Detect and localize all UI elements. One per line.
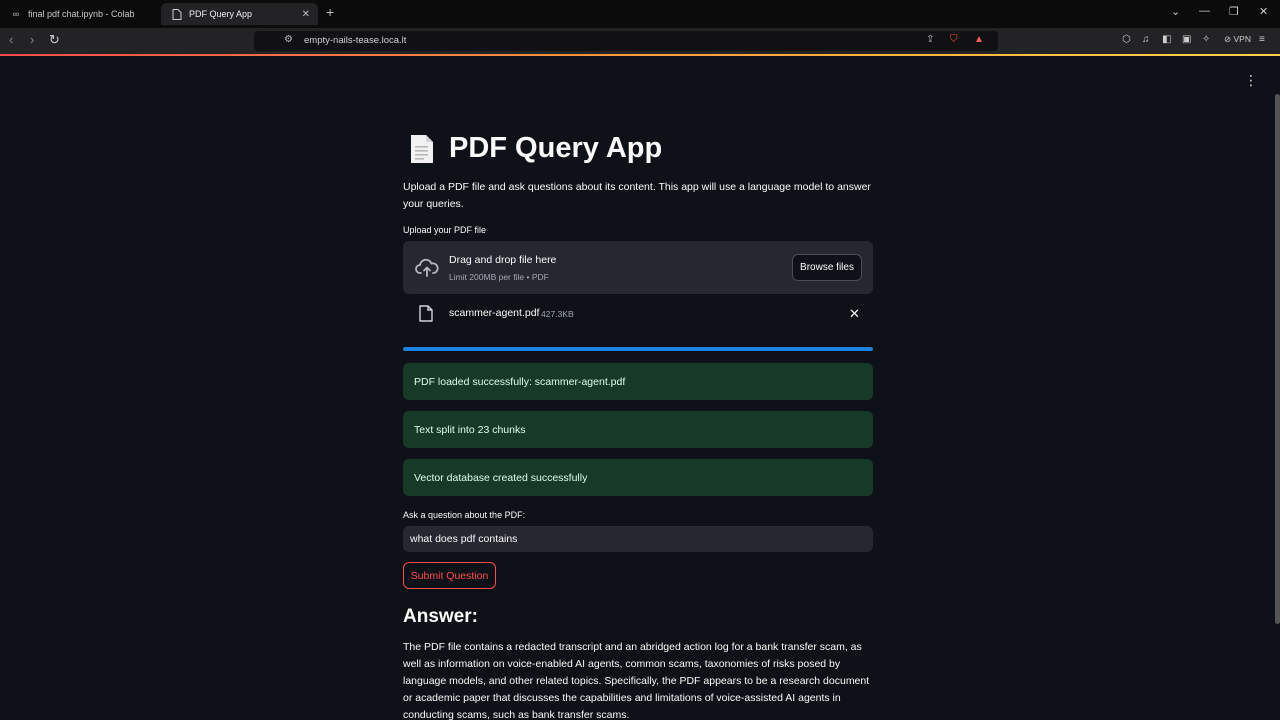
brave-rewards-icon[interactable]: ▲ xyxy=(974,34,984,45)
sidebar-icon[interactable]: ◧ xyxy=(1162,34,1171,45)
extensions-icon[interactable]: ⬡ xyxy=(1122,34,1131,45)
file-size: 427.3KB xyxy=(541,309,574,319)
url-text[interactable]: empty-nails-tease.loca.lt xyxy=(304,35,406,46)
minimize-icon[interactable]: — xyxy=(1199,5,1210,17)
success-alert-vectordb: Vector database created successfully xyxy=(403,459,873,496)
submit-question-button[interactable]: Submit Question xyxy=(403,562,496,589)
close-tab-icon[interactable]: ✕ xyxy=(302,9,310,20)
leo-ai-icon[interactable]: ✧ xyxy=(1202,34,1210,45)
question-input[interactable] xyxy=(403,526,873,552)
upload-progress-fill xyxy=(403,347,873,351)
upload-label: Upload your PDF file xyxy=(403,225,487,235)
remove-file-icon[interactable]: ✕ xyxy=(849,306,860,322)
new-tab-button[interactable]: + xyxy=(326,4,334,20)
page-scrollbar[interactable] xyxy=(1275,94,1280,624)
success-alert-loaded: PDF loaded successfully: scammer-agent.p… xyxy=(403,363,873,400)
vpn-button[interactable]: ⊘ VPN xyxy=(1224,34,1251,45)
browser-menu-icon[interactable]: ≡ xyxy=(1259,34,1265,45)
tab-title: final pdf chat.ipynb - Colab xyxy=(28,9,135,19)
cloud-upload-icon xyxy=(415,258,439,277)
tab-title: PDF Query App xyxy=(189,9,253,19)
app-menu-icon[interactable]: ⋮ xyxy=(1244,72,1258,89)
close-window-icon[interactable]: ✕ xyxy=(1259,5,1268,18)
answer-text: The PDF file contains a redacted transcr… xyxy=(403,641,870,720)
answer-heading: Answer: xyxy=(403,606,478,627)
browser-nav-bar: ‹ › ↻ ⚙ empty-nails-tease.loca.lt ⇪ ⛉ ▲ … xyxy=(0,28,1280,54)
browse-files-button[interactable]: Browse files xyxy=(792,254,862,281)
maximize-icon[interactable]: ❐ xyxy=(1229,5,1239,18)
page-icon xyxy=(171,8,183,20)
title-row: PDF Query App xyxy=(409,132,662,165)
document-icon xyxy=(411,134,433,163)
page-title: PDF Query App xyxy=(449,132,663,164)
browser-tab-bar: ∞ final pdf chat.ipynb - Colab PDF Query… xyxy=(0,0,1280,28)
file-icon xyxy=(419,305,433,322)
wallet-icon[interactable]: ▣ xyxy=(1182,34,1191,45)
tab-colab[interactable]: ∞ final pdf chat.ipynb - Colab xyxy=(0,3,160,25)
back-icon[interactable]: ‹ xyxy=(9,32,13,47)
question-label: Ask a question about the PDF: xyxy=(403,510,526,520)
tab-search-icon[interactable]: ⌄ xyxy=(1171,5,1180,18)
streamlit-header-decoration xyxy=(0,54,1280,56)
dropzone-limit: Limit 200MB per file • PDF xyxy=(449,272,549,282)
success-alert-chunks: Text split into 23 chunks xyxy=(403,411,873,448)
reload-icon[interactable]: ↻ xyxy=(49,32,60,48)
brave-shield-icon[interactable]: ⛉ xyxy=(950,34,958,45)
tab-pdf-query-app[interactable]: PDF Query App ✕ xyxy=(161,3,318,25)
address-bar[interactable]: ⚙ empty-nails-tease.loca.lt ⇪ ⛉ ▲ xyxy=(254,31,998,51)
dropzone-title: Drag and drop file here xyxy=(449,254,557,266)
file-name: scammer-agent.pdf xyxy=(449,307,540,319)
colab-icon: ∞ xyxy=(12,9,20,19)
site-info-icon[interactable]: ⚙ xyxy=(284,34,293,45)
intro-text: Upload a PDF file and ask questions abou… xyxy=(403,181,871,210)
file-dropzone[interactable]: Drag and drop file here Limit 200MB per … xyxy=(403,241,873,294)
media-icon[interactable]: ♫ xyxy=(1142,34,1150,45)
share-icon[interactable]: ⇪ xyxy=(926,34,934,45)
forward-icon[interactable]: › xyxy=(30,32,34,47)
uploaded-file: scammer-agent.pdf 427.3KB ✕ xyxy=(403,303,873,325)
upload-progress-bar xyxy=(403,347,873,351)
